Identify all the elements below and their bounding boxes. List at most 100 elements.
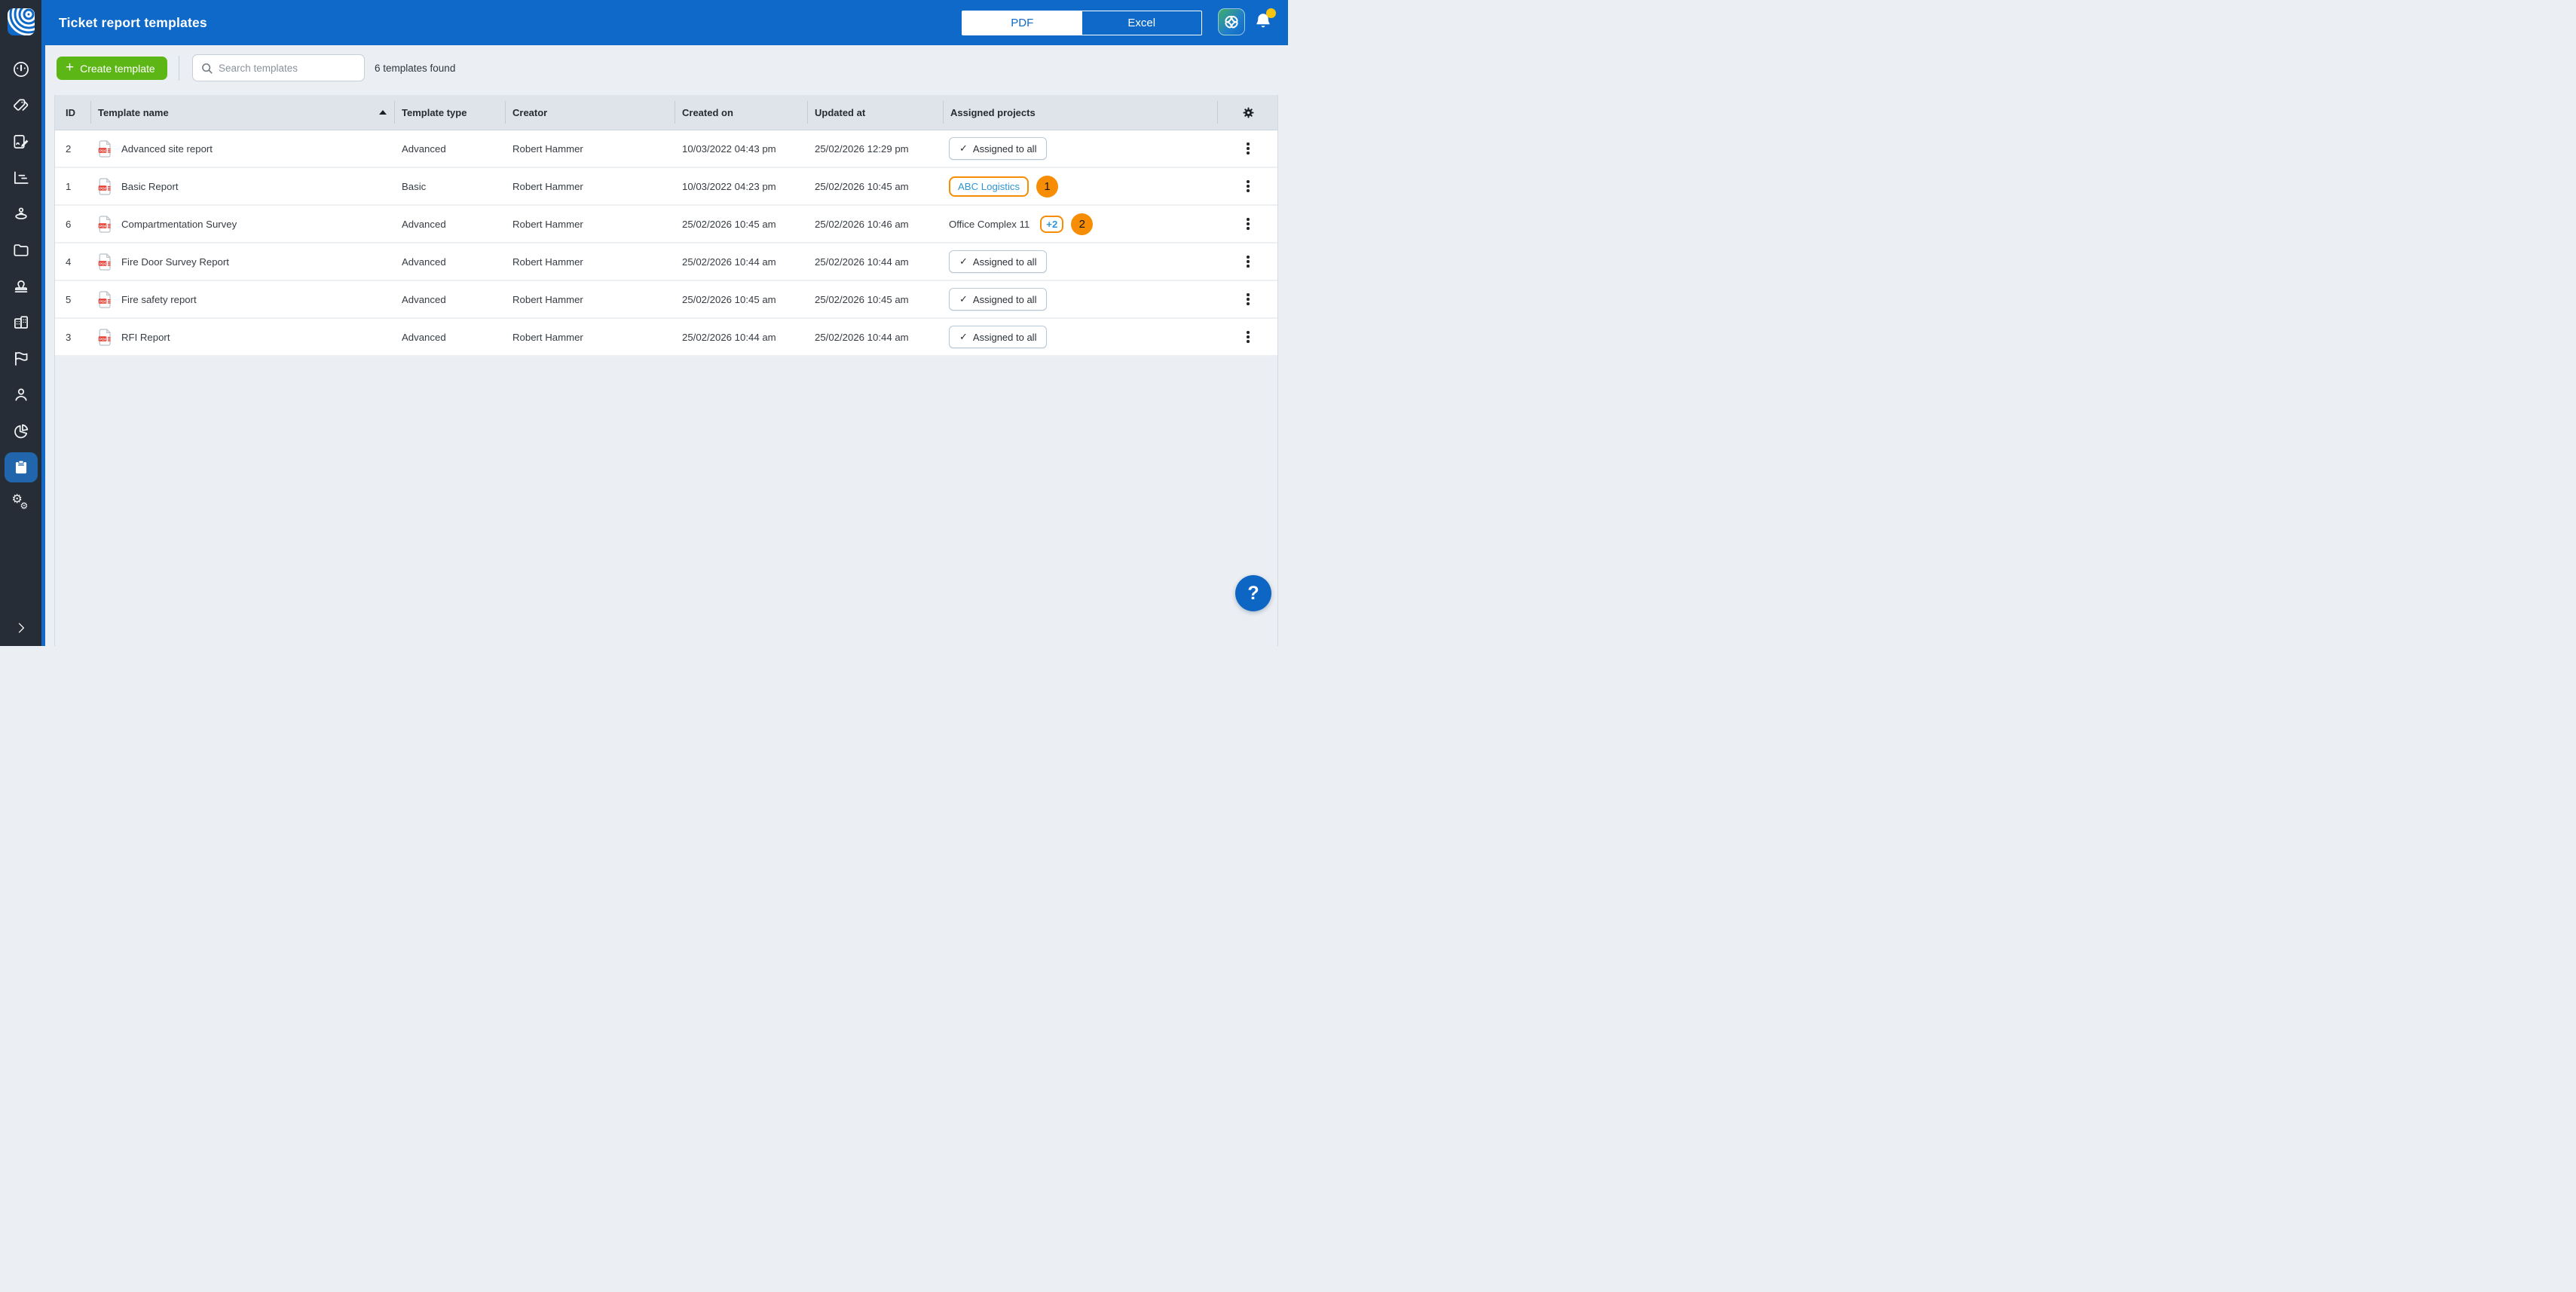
sidebar-item-settings[interactable]: ⚙⚙ — [5, 488, 38, 519]
sidebar-item-approvals[interactable] — [5, 271, 38, 302]
sidebar-collapse-toggle[interactable] — [0, 620, 41, 635]
contacts-icon — [11, 385, 31, 405]
assigned-projects-cell: ✓ Assigned to all — [943, 319, 1217, 355]
pdf-file-icon: PDF — [98, 329, 112, 346]
assigned-projects-cell: Office Complex 11 +2 2 — [943, 206, 1217, 242]
sidebar-item-tags[interactable] — [5, 90, 38, 121]
column-header-template-name[interactable]: Template name — [90, 95, 394, 130]
toggle-option-excel[interactable]: Excel — [1082, 11, 1202, 35]
gear-icon — [1242, 106, 1255, 119]
sidebar-item-flags[interactable] — [5, 344, 38, 374]
tutorial-highlight-box: +2 — [1040, 216, 1063, 233]
column-settings-button[interactable] — [1217, 95, 1279, 130]
sidebar-item-contacts[interactable] — [5, 380, 38, 410]
table-row[interactable]: 3 PDF RFI Report Advanced Robert Hammer … — [55, 319, 1277, 357]
toggle-option-pdf[interactable]: PDF — [962, 11, 1082, 35]
chevron-right-icon — [14, 620, 29, 635]
templates-table: ID Template name Template type Creator C… — [54, 95, 1278, 646]
assigned-to-all-button[interactable]: ✓ Assigned to all — [949, 137, 1047, 160]
pdf-file-icon: PDF — [98, 178, 112, 195]
svg-text:PDF: PDF — [99, 299, 107, 304]
template-type: Advanced — [394, 281, 505, 317]
kebab-menu-icon[interactable] — [1242, 176, 1254, 197]
notification-badge — [1266, 8, 1276, 18]
template-type: Advanced — [394, 130, 505, 167]
app-logo[interactable] — [8, 8, 35, 35]
search-input[interactable] — [219, 63, 364, 74]
sidebar-item-dashboard[interactable] — [5, 54, 38, 84]
notifications-button[interactable] — [1253, 11, 1274, 34]
kebab-menu-icon[interactable] — [1242, 213, 1254, 234]
svg-text:PDF: PDF — [99, 148, 107, 153]
table-row[interactable]: 2 PDF Advanced site report Advanced Robe… — [55, 130, 1277, 168]
search-icon — [200, 62, 213, 75]
content-area: + Create template 6 templates found ID T… — [45, 45, 1288, 646]
assigned-to-all-button[interactable]: ✓ Assigned to all — [949, 326, 1047, 348]
created-on: 10/03/2022 04:23 pm — [675, 168, 807, 204]
assigned-projects-cell: ✓ Assigned to all — [943, 243, 1217, 280]
assigned-to-all-label: Assigned to all — [973, 332, 1037, 343]
kebab-menu-icon[interactable] — [1242, 251, 1254, 272]
sidebar-item-templates[interactable] — [5, 452, 38, 482]
toolbar: + Create template 6 templates found — [45, 45, 1288, 95]
sidebar-item-plans[interactable] — [5, 235, 38, 265]
row-menu-cell — [1217, 206, 1279, 242]
row-id: 5 — [55, 281, 90, 317]
row-id: 6 — [55, 206, 90, 242]
help-button[interactable]: ? — [1235, 575, 1271, 611]
pdf-file-icon: PDF — [98, 291, 112, 308]
assigned-project-link[interactable]: ABC Logistics — [958, 181, 1020, 192]
sidebar-item-tickets[interactable] — [5, 127, 38, 157]
results-count: 6 templates found — [375, 63, 455, 74]
template-type: Advanced — [394, 206, 505, 242]
kebab-menu-icon[interactable] — [1242, 138, 1254, 159]
creator: Robert Hammer — [505, 281, 675, 317]
column-header-created-on[interactable]: Created on — [675, 95, 807, 130]
plus-icon: + — [66, 60, 74, 75]
template-name: Fire safety report — [121, 294, 197, 305]
kebab-menu-icon[interactable] — [1242, 326, 1254, 347]
column-header-creator[interactable]: Creator — [505, 95, 675, 130]
check-icon: ✓ — [959, 293, 968, 305]
updated-at: 25/02/2026 12:29 pm — [807, 130, 943, 167]
assigned-project-name: Office Complex 11 — [949, 219, 1029, 230]
assigned-to-all-button[interactable]: ✓ Assigned to all — [949, 250, 1047, 273]
template-type: Advanced — [394, 243, 505, 280]
column-header-template-type[interactable]: Template type — [394, 95, 505, 130]
assigned-projects-cell: ✓ Assigned to all — [943, 130, 1217, 167]
template-name: Basic Report — [121, 181, 179, 192]
tags-icon — [11, 96, 31, 115]
updated-at: 25/02/2026 10:44 am — [807, 319, 943, 355]
ai-assistant-button[interactable] — [1218, 8, 1245, 35]
column-header-updated-at[interactable]: Updated at — [807, 95, 943, 130]
table-row[interactable]: 4 PDF Fire Door Survey Report Advanced R… — [55, 243, 1277, 281]
row-menu-cell — [1217, 130, 1279, 167]
ticket-pen-icon — [11, 132, 31, 152]
column-header-id[interactable]: ID — [55, 95, 90, 130]
pdf-file-icon: PDF — [98, 140, 112, 158]
assigned-to-all-button[interactable]: ✓ Assigned to all — [949, 288, 1047, 311]
sidebar-item-reports[interactable] — [5, 416, 38, 446]
assigned-to-all-label: Assigned to all — [973, 143, 1037, 155]
table-row[interactable]: 5 PDF Fire safety report Advanced Robert… — [55, 281, 1277, 319]
row-id: 3 — [55, 319, 90, 355]
more-projects-link[interactable]: +2 — [1046, 219, 1057, 230]
kebab-menu-icon[interactable] — [1242, 289, 1254, 310]
settings-gears-icon: ⚙⚙ — [11, 494, 31, 513]
table-header-row: ID Template name Template type Creator C… — [55, 95, 1277, 130]
table-row[interactable]: 1 PDF Basic Report Basic Robert Hammer 1… — [55, 168, 1277, 206]
butterfly-icon — [1222, 13, 1241, 31]
tutorial-highlight-box: ABC Logistics — [949, 176, 1029, 197]
sidebar-item-projects[interactable] — [5, 308, 38, 338]
column-header-assigned-projects[interactable]: Assigned projects — [943, 95, 1217, 130]
table-row[interactable]: 6 PDF Compartmentation Survey Advanced R… — [55, 206, 1277, 243]
updated-at: 25/02/2026 10:44 am — [807, 243, 943, 280]
create-template-button[interactable]: + Create template — [57, 57, 167, 80]
sidebar-item-statistics[interactable] — [5, 163, 38, 193]
template-name-cell: PDF RFI Report — [90, 319, 394, 355]
sort-ascending-icon — [379, 110, 387, 115]
stamp-icon — [11, 277, 31, 296]
svg-text:PDF: PDF — [99, 186, 107, 191]
updated-at: 25/02/2026 10:46 am — [807, 206, 943, 242]
sidebar-item-site-overview[interactable] — [5, 199, 38, 229]
